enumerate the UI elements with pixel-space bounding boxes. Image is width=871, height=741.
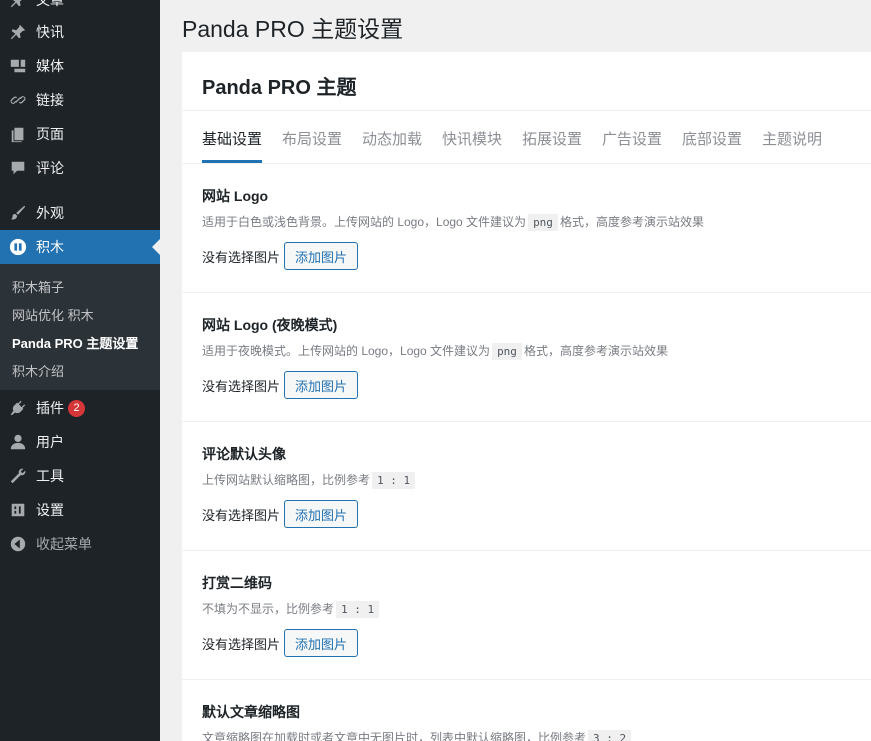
tab-ads[interactable]: 广告设置: [602, 128, 662, 149]
menu-label: 设置: [36, 502, 64, 518]
menu-item-news[interactable]: 快讯: [0, 15, 160, 49]
menu-label: 插件: [36, 400, 64, 416]
section-description: 上传网站默认缩略图，比例参考 1 : 1: [202, 471, 417, 489]
code-hint: png: [492, 343, 522, 360]
section-description: 适用于白色或浅色背景。上传网站的 Logo，Logo 文件建议为 png 格式，高度…: [202, 213, 704, 231]
panel-header: Panda PRO 主题: [182, 52, 871, 111]
pushpin-icon: [8, 22, 28, 42]
menu-label: 评论: [36, 160, 64, 176]
menu-label: 工具: [36, 468, 64, 484]
section-description: 文章缩略图在加载时或者文章中无图片时，列表中默认缩略图，比例参考 3 : 2: [202, 729, 633, 741]
pushpin-icon: [8, 0, 28, 10]
desc-text: 格式，高度参考演示站效果: [523, 344, 668, 358]
settings-tabs: 基础设置 布局设置 动态加载 快讯模块 拓展设置 广告设置 底部设置 主题说明: [182, 111, 871, 164]
menu-item-jimu[interactable]: 积木: [0, 230, 160, 264]
no-image-label: 没有选择图片: [202, 507, 281, 523]
tab-extensions[interactable]: 拓展设置: [522, 128, 582, 149]
submenu-item-panda-settings[interactable]: Panda PRO 主题设置: [12, 333, 138, 352]
setting-section-default-avatar: 评论默认头像 上传网站默认缩略图，比例参考 1 : 1 没有选择图片 添加图片: [182, 422, 871, 551]
menu-label: 页面: [36, 126, 64, 142]
comment-icon: [8, 158, 28, 178]
menu-item-media[interactable]: 媒体: [0, 49, 160, 83]
active-indicator: [152, 239, 160, 255]
update-count-badge: 2: [68, 399, 85, 417]
active-tab-indicator: [202, 160, 262, 163]
desc-text: 文章缩略图在加载时或者文章中无图片时，列表中默认缩略图，比例参考: [202, 731, 587, 741]
desc-text: 不填为不显示，比例参考: [202, 602, 335, 616]
page-icon: [8, 124, 28, 144]
section-title: 网站 Logo: [202, 188, 269, 204]
section-description: 适用于夜晚模式。上传网站的 Logo，Logo 文件建议为 png 格式，高度参考演…: [202, 342, 668, 360]
setting-section-logo-dark: 网站 Logo (夜晚模式) 适用于夜晚模式。上传网站的 Logo，Logo 文…: [182, 293, 871, 422]
no-image-label: 没有选择图片: [202, 249, 281, 265]
menu-label: 外观: [36, 205, 64, 221]
user-icon: [8, 432, 28, 452]
section-title: 默认文章缩略图: [202, 704, 300, 720]
settings-panel: Panda PRO 主题 基础设置 布局设置 动态加载 快讯模块 拓展设置 广告…: [182, 52, 871, 741]
jimu-logo-icon: [8, 237, 28, 257]
desc-text: 适用于夜晚模式。上传网站的 Logo，Logo 文件建议为: [202, 344, 491, 358]
link-icon: [8, 90, 28, 110]
add-image-button[interactable]: 添加图片: [284, 629, 359, 657]
tab-theme-docs[interactable]: 主题说明: [762, 128, 822, 149]
section-title: 网站 Logo (夜晚模式): [202, 317, 338, 333]
menu-label: 积木: [36, 239, 64, 255]
tab-news-module[interactable]: 快讯模块: [442, 128, 502, 149]
setting-section-logo: 网站 Logo 适用于白色或浅色背景。上传网站的 Logo，Logo 文件建议为…: [182, 164, 871, 293]
tab-layout[interactable]: 布局设置: [282, 128, 342, 149]
setting-section-default-thumbnail: 默认文章缩略图 文章缩略图在加载时或者文章中无图片时，列表中默认缩略图，比例参考…: [182, 680, 871, 741]
jimu-submenu: 积木箱子 网站优化 积木 Panda PRO 主题设置 积木介绍: [0, 264, 160, 390]
tab-basic[interactable]: 基础设置: [202, 128, 262, 149]
submenu-item-box[interactable]: 积木箱子: [12, 277, 64, 296]
collapse-icon: [8, 534, 28, 554]
admin-sidebar: 文章 快讯 媒体 链接 页面 评论 外观 积木 积木箱子 网站优化 积木 Pan…: [0, 0, 160, 741]
brush-icon: [8, 203, 28, 223]
add-image-button[interactable]: 添加图片: [284, 242, 359, 270]
menu-label: 快讯: [36, 24, 64, 40]
menu-label: 收起菜单: [36, 536, 92, 552]
no-image-label: 没有选择图片: [202, 378, 281, 394]
add-image-button[interactable]: 添加图片: [284, 371, 359, 399]
desc-text: 上传网站默认缩略图，比例参考: [202, 473, 371, 487]
menu-item-plugins[interactable]: 插件 2: [0, 391, 160, 425]
tab-footer[interactable]: 底部设置: [682, 128, 742, 149]
image-upload-row: 没有选择图片 添加图片: [202, 242, 359, 270]
menu-item-tools[interactable]: 工具: [0, 459, 160, 493]
add-image-button[interactable]: 添加图片: [284, 500, 359, 528]
menu-label: 媒体: [36, 58, 64, 74]
menu-item-links[interactable]: 链接: [0, 83, 160, 117]
menu-item-comments[interactable]: 评论: [0, 151, 160, 185]
plugin-icon: [8, 398, 28, 418]
panel-title: Panda PRO 主题: [202, 77, 357, 99]
menu-label: 文章: [36, 0, 64, 8]
menu-item-pages[interactable]: 页面: [0, 117, 160, 151]
desc-text: 格式，高度参考演示站效果: [559, 215, 704, 229]
desc-text: 适用于白色或浅色背景。上传网站的 Logo，Logo 文件建议为: [202, 215, 527, 229]
wrench-icon: [8, 466, 28, 486]
collapse-menu-button[interactable]: 收起菜单: [0, 527, 160, 561]
image-upload-row: 没有选择图片 添加图片: [202, 371, 359, 399]
image-upload-row: 没有选择图片 添加图片: [202, 629, 359, 657]
menu-label: 链接: [36, 92, 64, 108]
submenu-item-seo[interactable]: 网站优化 积木: [12, 305, 94, 324]
submenu-item-about[interactable]: 积木介绍: [12, 361, 64, 380]
no-image-label: 没有选择图片: [202, 636, 281, 652]
page-title: Panda PRO 主题设置: [182, 16, 404, 42]
menu-item-appearance[interactable]: 外观: [0, 196, 160, 230]
section-title: 打赏二维码: [202, 575, 272, 591]
media-icon: [8, 56, 28, 76]
section-description: 不填为不显示，比例参考 1 : 1: [202, 600, 381, 618]
menu-item-users[interactable]: 用户: [0, 425, 160, 459]
code-hint: 3 : 2: [588, 730, 632, 741]
tab-dynamic-loading[interactable]: 动态加载: [362, 128, 422, 149]
settings-icon: [8, 500, 28, 520]
code-hint: 1 : 1: [372, 472, 416, 489]
code-hint: 1 : 1: [336, 601, 380, 618]
section-title: 评论默认头像: [202, 446, 286, 462]
setting-section-reward-qrcode: 打赏二维码 不填为不显示，比例参考 1 : 1 没有选择图片 添加图片: [182, 551, 871, 680]
menu-label: 用户: [36, 434, 64, 450]
code-hint: png: [528, 214, 558, 231]
image-upload-row: 没有选择图片 添加图片: [202, 500, 359, 528]
menu-item-settings[interactable]: 设置: [0, 493, 160, 527]
